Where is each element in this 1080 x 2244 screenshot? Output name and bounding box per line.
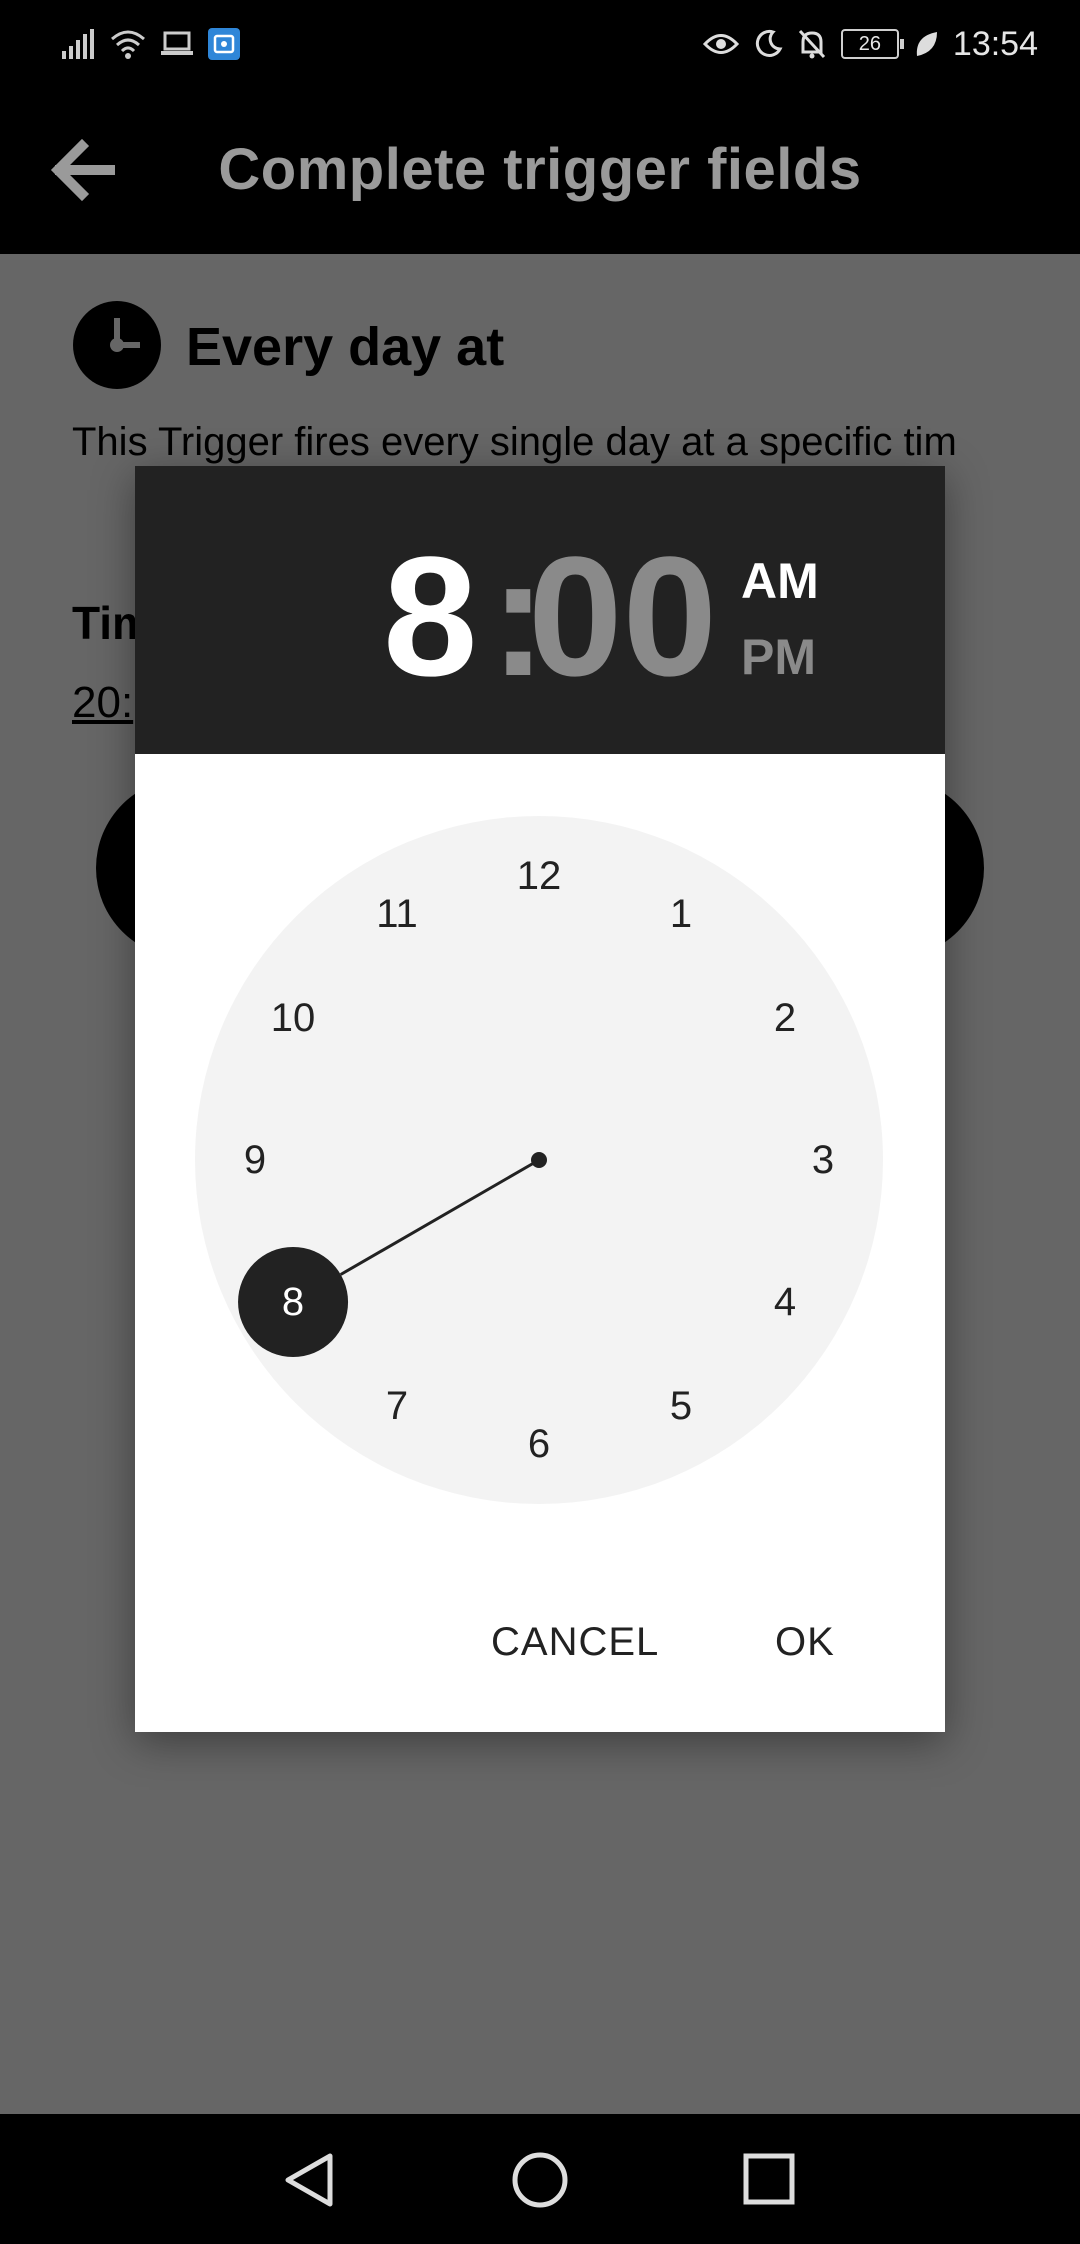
trigger-title: Every day at — [186, 317, 505, 377]
clock-face[interactable]: 12 1 2 3 4 5 6 7 8 9 10 11 — [195, 816, 883, 1504]
time-picker-header: 8 : 00 AM PM — [135, 466, 945, 754]
time-picker-dialog: 8 : 00 AM PM 12 1 2 3 4 5 6 7 8 9 10 11 CANCEL OK — [135, 466, 945, 1732]
clock-icon — [73, 301, 161, 389]
clock-number-5[interactable]: 5 — [641, 1376, 721, 1436]
back-triangle-icon[interactable] — [280, 2150, 340, 2210]
status-bar: 26 13:54 — [0, 0, 1080, 86]
clock-number-6[interactable]: 6 — [499, 1414, 579, 1474]
eye-icon — [702, 34, 739, 54]
battery-icon: 26 — [840, 29, 904, 59]
bell-off-icon — [798, 29, 826, 59]
home-circle-icon[interactable] — [510, 2150, 570, 2210]
recents-square-icon[interactable] — [740, 2150, 800, 2210]
moon-icon — [755, 29, 783, 57]
signal-icon — [62, 29, 94, 59]
dialog-actions: CANCEL OK — [135, 1602, 945, 1702]
leaf-icon — [916, 32, 937, 56]
am-toggle[interactable]: AM — [741, 552, 819, 610]
page-title: Complete trigger fields — [218, 137, 862, 202]
minute-display[interactable]: 00 — [528, 532, 717, 702]
hour-display[interactable]: 8 — [383, 532, 478, 702]
clock-number-10[interactable]: 10 — [253, 988, 333, 1048]
clock-number-8[interactable]: 8 — [253, 1272, 333, 1332]
clock-number-4[interactable]: 4 — [745, 1272, 825, 1332]
status-time: 13:54 — [952, 24, 1038, 63]
cancel-button[interactable]: CANCEL — [483, 1602, 667, 1682]
ok-button[interactable]: OK — [767, 1602, 843, 1682]
clock-number-1[interactable]: 1 — [641, 884, 721, 944]
clock-face-svg — [195, 816, 883, 1504]
wifi-icon — [111, 30, 145, 59]
app-notification-icon — [208, 28, 240, 60]
time-field-value[interactable]: 20: — [72, 678, 133, 728]
clock-number-7[interactable]: 7 — [357, 1376, 437, 1436]
trigger-description: This Trigger fires every single day at a… — [72, 420, 957, 464]
clock-number-2[interactable]: 2 — [745, 988, 825, 1048]
clock-number-11[interactable]: 11 — [357, 884, 437, 944]
system-nav-bar — [0, 2114, 1080, 2244]
laptop-icon — [161, 31, 193, 55]
status-left-icons — [62, 24, 240, 64]
clock-center-dot — [531, 1152, 547, 1168]
pm-toggle[interactable]: PM — [741, 628, 816, 686]
app-bar: Complete trigger fields — [0, 86, 1080, 254]
clock-number-9[interactable]: 9 — [215, 1130, 295, 1190]
clock-number-3[interactable]: 3 — [783, 1130, 863, 1190]
clock-number-12[interactable]: 12 — [499, 846, 579, 906]
status-right-icons: 26 13:54 — [702, 22, 1038, 66]
